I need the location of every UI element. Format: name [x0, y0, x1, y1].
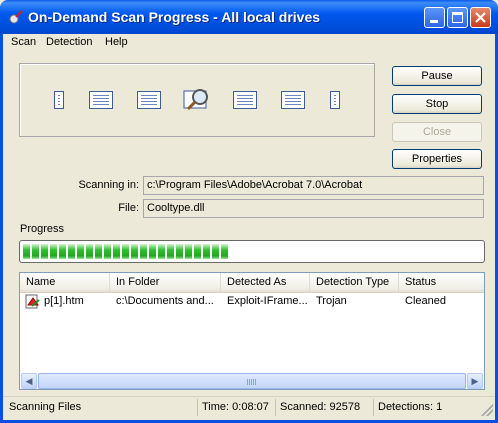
cell-detected-as: Exploit-IFrame...: [227, 295, 308, 307]
grip-icon: [247, 379, 256, 385]
document-icon: [330, 91, 340, 109]
status-time: Time: 0:08:07: [197, 399, 275, 416]
menu-bar: Scan Detection Help: [3, 34, 495, 52]
progress-segment: [59, 244, 66, 259]
progress-segment: [32, 244, 39, 259]
document-icon: [137, 91, 161, 109]
status-detections: Detections: 1: [373, 399, 479, 416]
scan-progress-window: On-Demand Scan Progress - All local driv…: [0, 0, 498, 423]
file-field: Cooltype.dll: [143, 199, 484, 218]
status-bar: Scanning Files Time: 0:08:07 Scanned: 92…: [3, 396, 495, 418]
maximize-icon: [452, 12, 463, 23]
progress-segment: [158, 244, 165, 259]
progress-segment: [185, 244, 192, 259]
minimize-button[interactable]: [424, 7, 445, 28]
progress-segment: [23, 244, 30, 259]
document-icon: [281, 91, 305, 109]
scanning-in-label: Scanning in:: [78, 179, 139, 191]
column-detection-type[interactable]: Detection Type: [310, 273, 399, 292]
document-icon: [54, 91, 64, 109]
progress-segment: [41, 244, 48, 259]
stop-button[interactable]: Stop: [392, 94, 482, 114]
progress-segment: [50, 244, 57, 259]
progress-segment: [203, 244, 210, 259]
progress-segment: [77, 244, 84, 259]
progress-segment: [194, 244, 201, 259]
scan-animation-panel: [19, 63, 375, 137]
scroll-thumb[interactable]: [38, 373, 466, 389]
progress-segment: [221, 244, 228, 259]
scroll-right-button[interactable]: ▶: [467, 373, 483, 389]
menu-detection[interactable]: Detection: [46, 36, 92, 48]
close-icon: [475, 12, 486, 23]
status-activity: Scanning Files: [9, 401, 82, 413]
progress-segment: [122, 244, 129, 259]
progress-segment: [176, 244, 183, 259]
column-status[interactable]: Status: [399, 273, 484, 292]
close-button: Close: [392, 122, 482, 142]
progress-fill: [23, 244, 229, 259]
close-window-button[interactable]: [470, 7, 491, 28]
list-header: Name In Folder Detected As Detection Typ…: [20, 273, 484, 293]
cell-status: Cleaned: [405, 295, 446, 307]
document-icon: [89, 91, 113, 109]
table-row[interactable]: p[1].htm c:\Documents and... Exploit-IFr…: [20, 294, 484, 310]
progress-segment: [131, 244, 138, 259]
scanning-in-field: c:\Program Files\Adobe\Acrobat 7.0\Acrob…: [143, 176, 484, 195]
infected-file-icon: [25, 294, 40, 309]
column-name[interactable]: Name: [20, 273, 110, 292]
progress-segment: [95, 244, 102, 259]
progress-segment: [113, 244, 120, 259]
window-title: On-Demand Scan Progress - All local driv…: [28, 9, 321, 25]
column-in-folder[interactable]: In Folder: [110, 273, 221, 292]
progress-label: Progress: [20, 223, 65, 235]
properties-button[interactable]: Properties: [392, 149, 482, 169]
maximize-button[interactable]: [447, 7, 468, 28]
status-scanned: Scanned: 92578: [275, 399, 373, 416]
progress-segment: [68, 244, 75, 259]
menu-scan[interactable]: Scan: [11, 36, 36, 48]
document-icon: [233, 91, 257, 109]
progress-segment: [86, 244, 93, 259]
horizontal-scrollbar[interactable]: ◀ ▶: [21, 373, 483, 389]
column-detected-as[interactable]: Detected As: [221, 273, 310, 292]
scroll-left-button[interactable]: ◀: [21, 373, 37, 389]
file-label: File:: [118, 202, 139, 214]
minimize-icon: [430, 20, 438, 23]
pause-button[interactable]: Pause: [392, 66, 482, 86]
title-bar[interactable]: On-Demand Scan Progress - All local driv…: [0, 0, 498, 34]
progress-segment: [140, 244, 147, 259]
cell-folder: c:\Documents and...: [116, 295, 214, 307]
scan-app-icon: [9, 10, 23, 24]
cell-name: p[1].htm: [44, 295, 84, 307]
magnifier-icon: [183, 89, 208, 111]
resize-grip-icon[interactable]: [481, 404, 493, 416]
progress-segment: [167, 244, 174, 259]
progress-segment: [149, 244, 156, 259]
progress-segment: [212, 244, 219, 259]
menu-help[interactable]: Help: [105, 36, 128, 48]
progress-segment: [104, 244, 111, 259]
progress-bar: [19, 240, 485, 263]
detections-list[interactable]: Name In Folder Detected As Detection Typ…: [19, 272, 485, 390]
cell-detection-type: Trojan: [316, 295, 347, 307]
